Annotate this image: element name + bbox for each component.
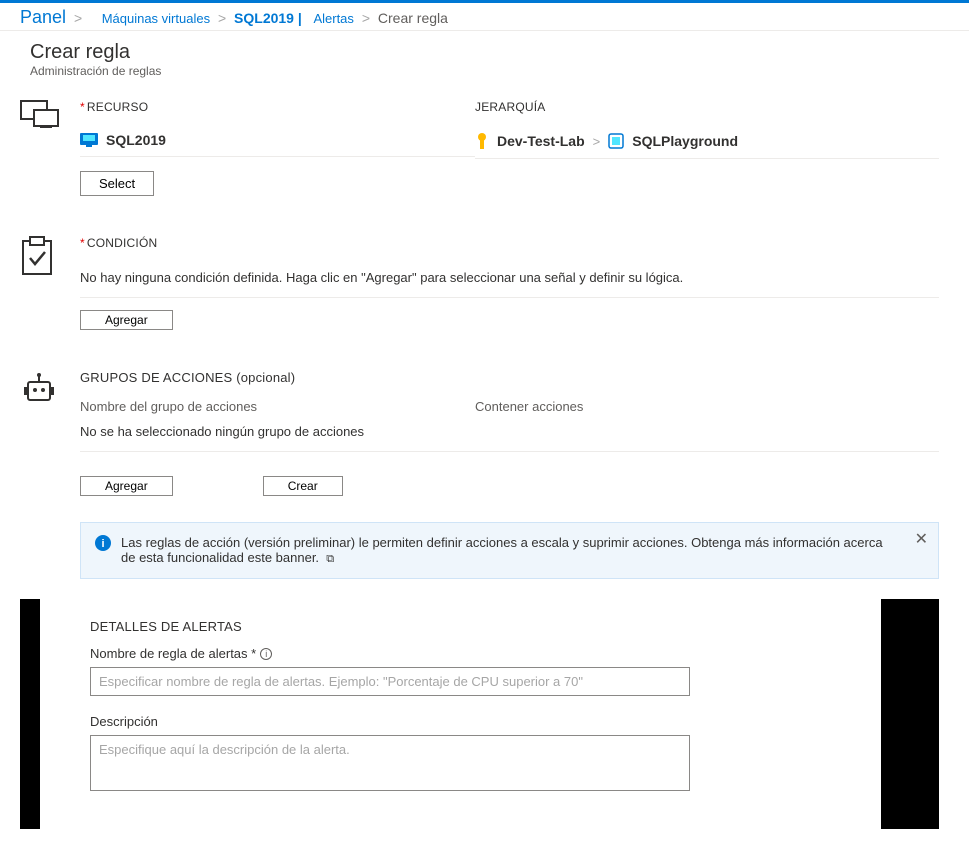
page-subtitle: Administración de reglas bbox=[30, 64, 939, 78]
section-action-groups: GRUPOS DE ACCIONES (opcional) Nombre del… bbox=[20, 370, 939, 579]
required-asterisk: * bbox=[80, 236, 85, 250]
resource-label: RECURSO bbox=[87, 100, 148, 114]
info-banner: i Las reglas de acción (versión prelimin… bbox=[80, 522, 939, 579]
hierarchy-row: Dev-Test-Lab > SQLPlayground bbox=[475, 126, 939, 159]
dark-margins: DETALLES DE ALERTAS Nombre de regla de a… bbox=[20, 599, 939, 794]
hierarchy-item-1: SQLPlayground bbox=[632, 133, 738, 149]
hierarchy-item-0: Dev-Test-Lab bbox=[497, 133, 585, 149]
page-title: Crear regla bbox=[30, 41, 939, 64]
resource-row: SQL2019 bbox=[80, 126, 475, 157]
external-link-icon[interactable]: ⧉ bbox=[326, 553, 334, 565]
resource-icon bbox=[20, 100, 60, 134]
svg-text:i: i bbox=[101, 538, 104, 550]
clipboard-check-icon bbox=[20, 236, 54, 276]
page-header: Crear regla Administración de reglas bbox=[0, 31, 969, 80]
chevron-right-icon: > bbox=[74, 10, 82, 26]
action-groups-header: GRUPOS DE ACCIONES (opcional) bbox=[80, 370, 939, 385]
info-icon[interactable]: i bbox=[260, 648, 272, 660]
chevron-right-icon: > bbox=[593, 134, 601, 149]
robot-icon bbox=[20, 370, 58, 408]
hierarchy-label: JERARQUÍA bbox=[475, 100, 939, 114]
key-icon bbox=[475, 132, 489, 150]
condition-empty-text: No hay ninguna condición definida. Haga … bbox=[80, 262, 939, 298]
breadcrumb: Panel > Máquinas virtuales > SQL2019 | A… bbox=[0, 3, 969, 31]
add-action-group-button[interactable]: Agregar bbox=[80, 476, 173, 496]
resource-name: SQL2019 bbox=[106, 132, 166, 148]
create-action-group-button[interactable]: Crear bbox=[263, 476, 343, 496]
breadcrumb-sql2019[interactable]: SQL2019 | bbox=[234, 10, 302, 26]
required-asterisk: * bbox=[80, 100, 85, 114]
section-resource: *RECURSO JERARQUÍA SQL2019 bbox=[20, 100, 939, 196]
rule-name-label: Nombre de regla de alertas * bbox=[90, 646, 256, 661]
select-resource-button[interactable]: Select bbox=[80, 171, 154, 196]
description-label: Descripción bbox=[90, 714, 158, 729]
details-header: DETALLES DE ALERTAS bbox=[90, 619, 939, 634]
breadcrumb-vm[interactable]: Máquinas virtuales bbox=[102, 11, 210, 26]
breadcrumb-alerts[interactable]: Alertas bbox=[313, 11, 353, 26]
chevron-right-icon: > bbox=[218, 10, 226, 26]
action-groups-col1: Nombre del grupo de acciones bbox=[80, 399, 475, 414]
vm-icon bbox=[80, 133, 98, 147]
resource-group-icon bbox=[608, 133, 624, 149]
action-groups-empty: No se ha seleccionado ningún grupo de ac… bbox=[80, 424, 939, 452]
description-textarea[interactable] bbox=[90, 735, 690, 791]
add-condition-button[interactable]: Agregar bbox=[80, 310, 173, 330]
section-alert-details: DETALLES DE ALERTAS Nombre de regla de a… bbox=[20, 599, 939, 794]
chevron-right-icon: > bbox=[362, 10, 370, 26]
banner-text: Las reglas de acción (versión preliminar… bbox=[121, 535, 883, 565]
condition-label: CONDICIÓN bbox=[87, 236, 157, 250]
info-icon: i bbox=[95, 535, 111, 551]
rule-name-input[interactable] bbox=[90, 667, 690, 696]
breadcrumb-current: Crear regla bbox=[378, 10, 448, 26]
close-banner-button[interactable]: ✕ bbox=[915, 529, 928, 549]
action-groups-col2: Contener acciones bbox=[475, 399, 939, 414]
breadcrumb-panel[interactable]: Panel bbox=[20, 7, 66, 27]
section-condition: *CONDICIÓN No hay ninguna condición defi… bbox=[20, 236, 939, 330]
